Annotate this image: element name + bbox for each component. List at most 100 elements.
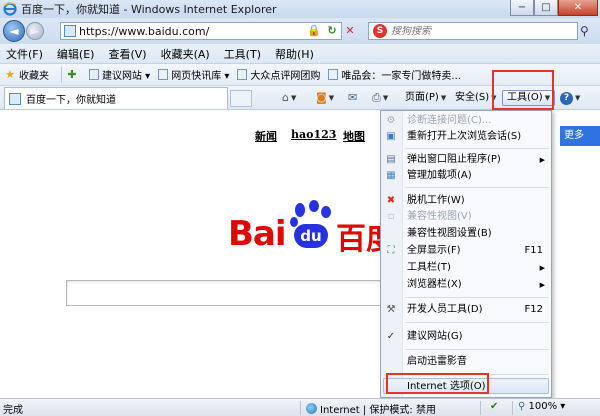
menu-item-shortcut: F11 xyxy=(524,245,543,256)
title-bar: 百度一下，你就知道 - Windows Internet Explorer − … xyxy=(0,0,600,18)
addons-icon: ▦ xyxy=(386,170,396,181)
menu-separator xyxy=(405,297,549,298)
address-url[interactable]: https://www.baidu.com/ xyxy=(79,25,341,38)
more-products-button[interactable]: 更多 xyxy=(560,126,600,146)
menu-item-suggested-sites[interactable]: ✓ 建议网站(G) xyxy=(381,329,551,345)
menu-item-diagnose[interactable]: ⚙ 诊断连接问题(C)... xyxy=(381,113,551,129)
page-icon xyxy=(158,69,169,80)
menu-item-xunlei[interactable]: 启动迅雷影音 xyxy=(381,354,551,370)
fav-item-web-slice[interactable]: 网页快讯库 ▾ xyxy=(158,67,229,82)
logo-text-du: du xyxy=(294,224,328,248)
search-icon[interactable]: ⚲ xyxy=(580,24,589,38)
menu-view[interactable]: 查看(V) xyxy=(108,46,146,62)
menu-item-label: 浏览器栏(X) xyxy=(407,279,462,290)
status-text: 完成 xyxy=(3,405,23,416)
nav-link-news[interactable]: 新闻 xyxy=(255,128,277,144)
favorites-label: 收藏夹 xyxy=(19,71,49,82)
menu-tools[interactable]: 工具(T) xyxy=(224,46,261,62)
tab-label: 百度一下，你就知道 xyxy=(26,95,116,106)
close-button[interactable]: ✕ xyxy=(558,0,598,16)
search-box[interactable]: S xyxy=(368,22,578,40)
home-button[interactable]: ⌂ ▼ xyxy=(282,90,296,106)
menu-bar: 文件(F) 编辑(E) 查看(V) 收藏夹(A) 工具(T) 帮助(H) xyxy=(0,44,600,64)
menu-item-reopen-session[interactable]: ▣ 重新打开上次浏览会话(S) xyxy=(381,129,551,145)
search-input[interactable] xyxy=(391,25,561,37)
fav-item-vip[interactable]: 唯品会：一家专门做特卖... xyxy=(328,67,461,82)
menu-item-popup-blocker[interactable]: ▤ 弹出窗口阻止程序(P) ▶ xyxy=(381,152,551,168)
menu-item-explorer-bars[interactable]: 浏览器栏(X) ▶ xyxy=(381,277,551,293)
compat-view-icon: ▫ xyxy=(387,211,395,222)
menu-help[interactable]: 帮助(H) xyxy=(275,46,314,62)
page-icon xyxy=(237,69,248,80)
highlight-box-tools xyxy=(492,70,554,110)
menu-item-manage-addons[interactable]: ▦ 管理加载项(A) xyxy=(381,168,551,184)
safety-menu-button[interactable]: 安全(S) ▼ xyxy=(455,90,497,106)
page-icon xyxy=(89,69,99,80)
menu-file[interactable]: 文件(F) xyxy=(6,46,43,62)
tools-dropdown-menu: ⚙ 诊断连接问题(C)... ▣ 重新打开上次浏览会话(S) ▤ 弹出窗口阻止程… xyxy=(380,110,552,398)
baidu-search-input[interactable] xyxy=(66,280,396,306)
refresh-icon[interactable]: ↻ xyxy=(324,23,340,39)
zoom-control[interactable]: ⚲ 100% ▾ xyxy=(518,401,565,412)
menu-item-label: 兼容性视图(V) xyxy=(407,211,472,222)
menu-item-label: 重新打开上次浏览会话(S) xyxy=(407,131,522,142)
divider xyxy=(300,401,301,415)
fav-item-dianping[interactable]: 大众点评网团购 xyxy=(237,67,320,82)
menu-item-label: 诊断连接问题(C)... xyxy=(407,115,492,126)
fullscreen-icon: ⛶ xyxy=(387,245,395,256)
print-button[interactable]: ⎙ ▼ xyxy=(372,90,388,106)
fav-item-label: 唯品会：一家专门做特卖... xyxy=(341,71,461,82)
nav-link-hao123[interactable]: hao123 xyxy=(291,128,336,141)
diagnose-icon: ⚙ xyxy=(386,115,396,126)
forward-button[interactable]: ► xyxy=(26,22,44,40)
menu-edit[interactable]: 编辑(E) xyxy=(57,46,95,62)
status-bar: 完成 Internet | 保护模式: 禁用 ✔ ⚲ 100% ▾ xyxy=(0,398,600,416)
page-menu-button[interactable]: 页面(P) ▼ xyxy=(405,90,446,106)
logo-text-bai: Bai xyxy=(228,214,287,254)
globe-icon xyxy=(306,403,317,414)
address-bar[interactable]: https://www.baidu.com/ xyxy=(60,22,342,40)
divider xyxy=(480,401,481,415)
sogou-icon: S xyxy=(373,24,387,38)
menu-separator xyxy=(405,187,549,188)
menu-item-compat-settings[interactable]: 兼容性视图设置(B) xyxy=(381,226,551,242)
feeds-button[interactable]: ◙ ▼ xyxy=(316,90,334,106)
new-tab-button[interactable] xyxy=(230,90,252,107)
security-zone[interactable]: Internet | 保护模式: 禁用 xyxy=(306,401,436,416)
menu-item-label: 脱机工作(W) xyxy=(407,195,465,206)
fav-item-suggested-sites[interactable]: 建议网站 ▾ xyxy=(89,67,150,82)
lock-icon[interactable]: 🔒 xyxy=(306,23,322,39)
menu-favorites[interactable]: 收藏夹(A) xyxy=(161,46,210,62)
reopen-session-icon: ▣ xyxy=(386,131,396,142)
maximize-button[interactable]: □ xyxy=(534,0,558,16)
popup-blocker-icon: ▤ xyxy=(386,154,396,165)
add-favorite-button[interactable]: ✚ xyxy=(66,68,81,81)
developer-tools-icon: ⚒ xyxy=(386,304,396,315)
rss-icon: ◙ xyxy=(316,91,327,104)
favorites-button[interactable]: ★ 收藏夹 xyxy=(4,67,49,82)
stop-icon[interactable]: ✕ xyxy=(342,23,358,39)
address-row: ◄ ► https://www.baidu.com/ 🔒 ↻ ✕ S ⚲ xyxy=(0,18,600,44)
fav-item-label: 大众点评网团购 xyxy=(250,71,321,82)
menu-item-developer-tools[interactable]: ⚒ 开发人员工具(D) F12 xyxy=(381,302,551,318)
home-icon: ⌂ xyxy=(282,91,289,104)
protected-mode-icon[interactable]: ✔ xyxy=(490,401,498,412)
menu-separator xyxy=(405,322,549,323)
menu-item-fullscreen[interactable]: ⛶ 全屏显示(F) F11 xyxy=(381,243,551,259)
menu-item-work-offline[interactable]: ✖ 脱机工作(W) xyxy=(381,193,551,209)
star-icon: ★ xyxy=(5,67,15,81)
nav-link-map[interactable]: 地图 xyxy=(343,128,365,144)
tab-baidu[interactable]: 百度一下，你就知道 xyxy=(4,87,228,109)
menu-item-compat-view[interactable]: ▫ 兼容性视图(V) xyxy=(381,209,551,225)
menu-separator xyxy=(405,148,549,149)
menu-item-label: 全屏显示(F) xyxy=(407,245,461,256)
minimize-button[interactable]: − xyxy=(510,0,534,16)
menu-separator xyxy=(405,349,549,350)
help-button[interactable]: ? ▼ xyxy=(560,90,580,106)
submenu-arrow-icon: ▶ xyxy=(539,281,545,289)
back-button[interactable]: ◄ xyxy=(3,20,25,42)
menu-item-toolbars[interactable]: 工具栏(T) ▶ xyxy=(381,260,551,276)
highlight-box-internet-options xyxy=(386,373,489,394)
page-menu-label: 页面(P) xyxy=(405,92,439,103)
mail-button[interactable]: ✉ xyxy=(348,90,357,106)
